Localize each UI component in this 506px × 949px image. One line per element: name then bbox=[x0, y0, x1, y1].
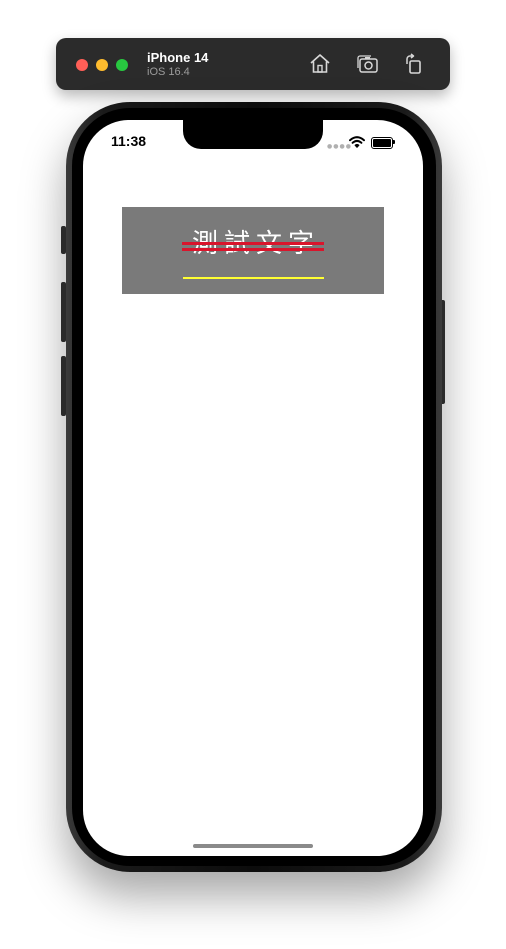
battery-icon bbox=[371, 137, 393, 149]
status-icons: ●●●● bbox=[327, 135, 407, 150]
simulator-window: iPhone 14 iOS 16.4 11:38 ●●●● bbox=[0, 0, 506, 949]
minimize-window-button[interactable] bbox=[96, 59, 108, 71]
device-screen: 11:38 ●●●● 測試文字 bbox=[83, 120, 423, 856]
close-window-button[interactable] bbox=[76, 59, 88, 71]
styled-text-label: 測試文字 bbox=[122, 207, 384, 294]
strikethrough-line bbox=[182, 242, 324, 245]
rotate-icon[interactable] bbox=[402, 52, 426, 76]
underline-line bbox=[183, 277, 324, 279]
status-time: 11:38 bbox=[111, 133, 147, 149]
zoom-window-button[interactable] bbox=[116, 59, 128, 71]
device-name: iPhone 14 bbox=[147, 50, 209, 65]
home-icon[interactable] bbox=[308, 52, 332, 76]
home-indicator[interactable] bbox=[193, 844, 313, 848]
wifi-icon bbox=[349, 135, 365, 153]
notch bbox=[183, 120, 323, 149]
battery-cap bbox=[393, 140, 395, 144]
screenshot-icon[interactable] bbox=[356, 52, 380, 76]
strikethrough-line bbox=[182, 248, 324, 251]
simulator-toolbar: iPhone 14 iOS 16.4 bbox=[56, 38, 450, 90]
os-version: iOS 16.4 bbox=[147, 66, 190, 78]
